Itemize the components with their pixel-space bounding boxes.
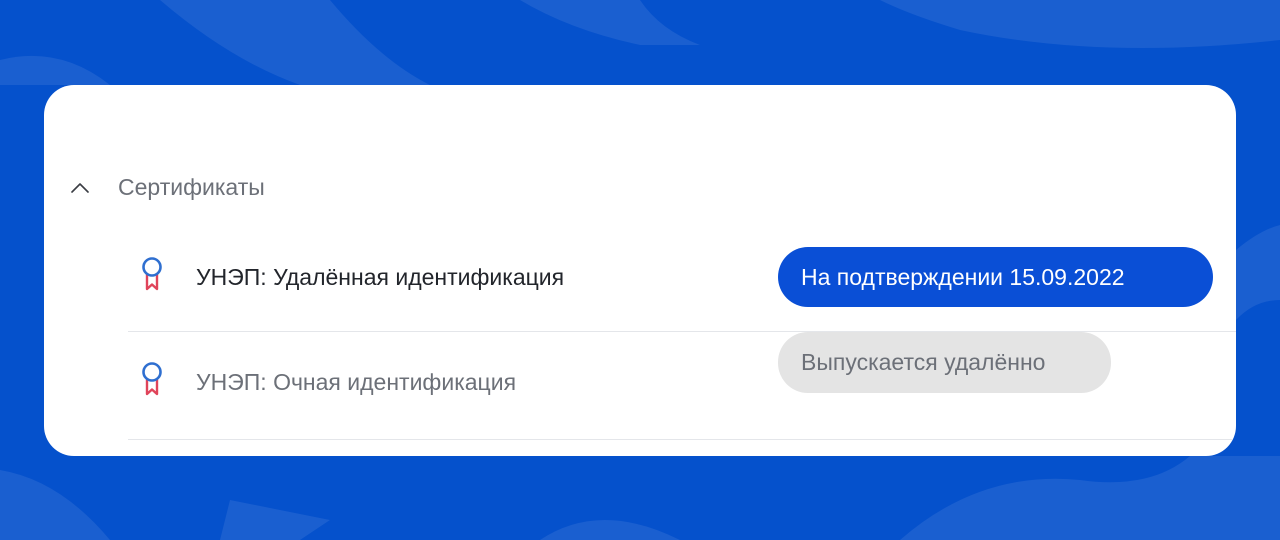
certificates-section-toggle[interactable]: Сертификаты — [68, 167, 265, 207]
certificate-ribbon-icon — [140, 256, 164, 292]
certificates-card: Сертификаты УНЭП: Удалённая идентификаци… — [44, 85, 1236, 456]
certificate-ribbon-icon — [140, 361, 164, 397]
certificate-row[interactable]: УНЭП: Удалённая идентификация На подтвер… — [128, 224, 1236, 332]
certificate-name: УНЭП: Очная идентификация — [196, 369, 517, 395]
certificate-row[interactable]: УНЭП: Очная идентификация Выпускается уд… — [128, 332, 1236, 440]
status-badge: Выпускается удалённо — [778, 332, 1111, 393]
chevron-up-icon[interactable] — [68, 175, 92, 199]
certificate-name: УНЭП: Удалённая идентификация — [196, 264, 565, 290]
status-badge: На подтверждении 15.09.2022 — [778, 247, 1213, 307]
section-title: Сертификаты — [118, 173, 265, 200]
